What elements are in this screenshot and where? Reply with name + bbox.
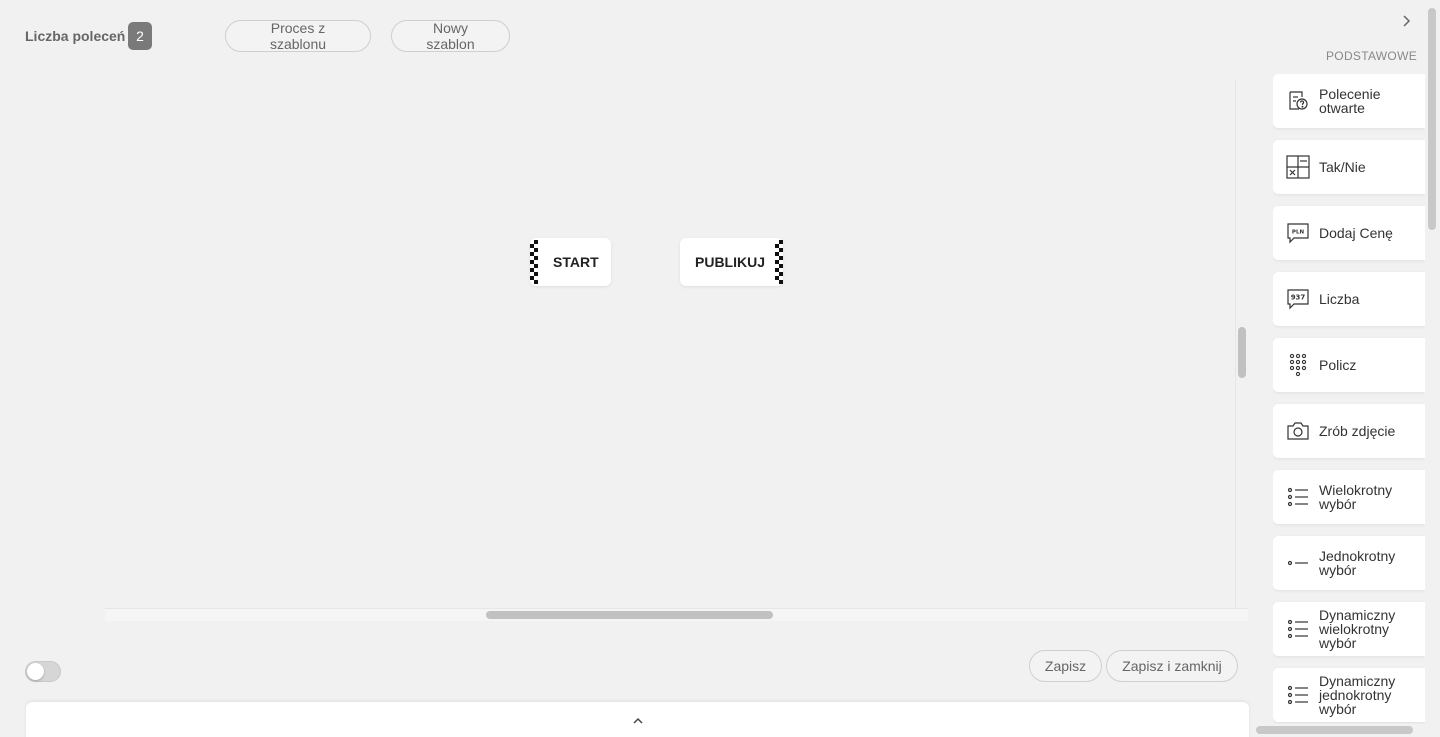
dynamic-single-choice-icon: [1287, 685, 1308, 705]
toggle-knob: [27, 663, 44, 680]
tool-item-take-photo[interactable]: Zrób zdjęcie: [1273, 404, 1425, 458]
tool-item-label: Zrób zdjęcie: [1319, 423, 1396, 439]
chevron-up-icon[interactable]: [632, 715, 644, 727]
new-template-button[interactable]: Nowy szablon: [391, 20, 510, 52]
bottom-drawer[interactable]: [26, 702, 1249, 737]
tool-item-label: Wielokrotny wybór: [1319, 482, 1393, 512]
tool-item-open-question[interactable]: Polecenie otwarte: [1273, 74, 1425, 128]
flow-canvas[interactable]: START PUBLIKUJ: [105, 80, 1248, 621]
open-question-icon: [1289, 91, 1308, 110]
process-from-template-button[interactable]: Proces z szablonu: [225, 20, 371, 52]
sidebar-section-heading: PODSTAWOWE: [1326, 49, 1417, 63]
canvas-vertical-scroll-thumb[interactable]: [1238, 327, 1246, 378]
tool-palette: Polecenie otwarte Tak/Nie PLN Dodaj Cenę…: [1273, 74, 1425, 724]
yes-no-icon: [1286, 155, 1310, 179]
price-pln-icon: PLN: [1287, 223, 1309, 244]
save-and-close-button[interactable]: Zapisz i zamknij: [1106, 650, 1238, 682]
save-button[interactable]: Zapisz: [1029, 650, 1102, 682]
tool-item-add-price[interactable]: PLN Dodaj Cenę: [1273, 206, 1425, 260]
tool-item-label: Tak/Nie: [1319, 159, 1366, 175]
count-dots-icon: [1289, 353, 1307, 377]
sidebar-vertical-scrollbar[interactable]: [1428, 8, 1436, 230]
tool-item-label: Dynamiczny jednokrotny wybór: [1319, 673, 1396, 717]
tool-item-label: Dodaj Cenę: [1319, 225, 1393, 241]
tool-item-label: Polecenie otwarte: [1319, 86, 1381, 116]
dynamic-multi-choice-icon: [1287, 619, 1308, 639]
mode-toggle[interactable]: [25, 661, 61, 682]
tool-item-label: Jednokrotny wybór: [1319, 548, 1396, 578]
svg-text:PLN: PLN: [1292, 230, 1305, 236]
svg-text:937: 937: [1291, 294, 1306, 302]
publish-node-label: PUBLIKUJ: [695, 254, 766, 270]
canvas-horizontal-scroll-thumb[interactable]: [486, 611, 773, 619]
tool-item-single-choice[interactable]: Jednokrotny wybór: [1273, 536, 1425, 590]
start-node[interactable]: START: [530, 238, 611, 286]
publish-node[interactable]: PUBLIKUJ: [680, 238, 783, 286]
multi-choice-icon: [1287, 487, 1308, 507]
chevron-right-icon[interactable]: [1398, 12, 1416, 30]
start-node-label: START: [553, 254, 599, 270]
command-count-label: Liczba poleceń: [25, 28, 126, 44]
start-node-connector[interactable]: [530, 240, 538, 284]
sidebar-horizontal-scrollbar[interactable]: [1256, 726, 1413, 734]
tool-item-number[interactable]: 937 Liczba: [1273, 272, 1425, 326]
camera-icon: [1287, 422, 1309, 440]
command-count-badge: 2: [128, 22, 152, 50]
number-icon: 937: [1287, 289, 1309, 310]
tool-item-label: Dynamiczny wielokrotny wybór: [1319, 607, 1396, 651]
tool-item-yes-no[interactable]: Tak/Nie: [1273, 140, 1425, 194]
tool-item-label: Liczba: [1319, 291, 1360, 307]
tool-item-label: Policz: [1319, 357, 1357, 373]
single-choice-icon: [1287, 560, 1308, 566]
tool-item-dynamic-multi-choice[interactable]: Dynamiczny wielokrotny wybór: [1273, 602, 1425, 656]
publish-node-connector[interactable]: [775, 240, 783, 284]
tool-item-dynamic-single-choice[interactable]: Dynamiczny jednokrotny wybór: [1273, 668, 1425, 722]
tool-item-count[interactable]: Policz: [1273, 338, 1425, 392]
tool-item-multi-choice[interactable]: Wielokrotny wybór: [1273, 470, 1425, 524]
